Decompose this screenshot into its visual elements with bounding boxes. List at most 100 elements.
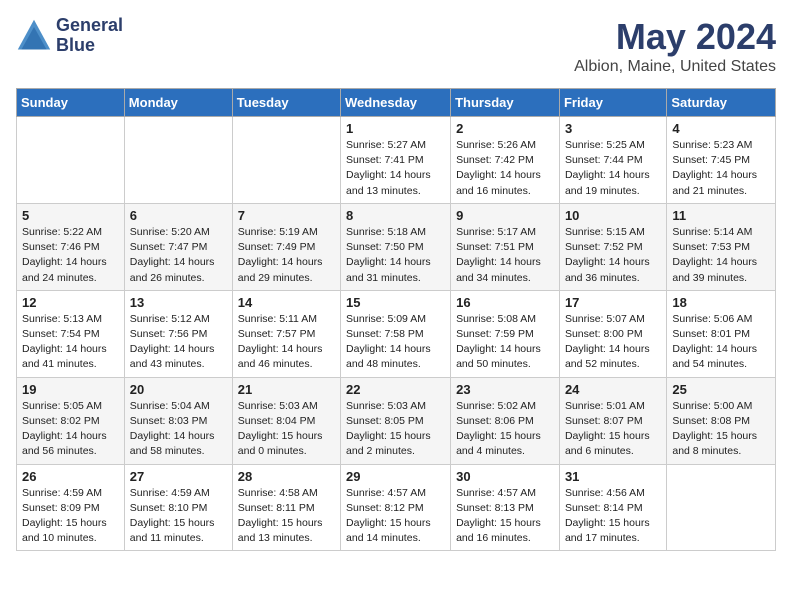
day-number: 14 xyxy=(238,295,335,310)
calendar-cell: 7 Sunrise: 5:19 AM Sunset: 7:49 PM Daylig… xyxy=(232,203,340,290)
day-number: 17 xyxy=(565,295,661,310)
calendar-cell: 15 Sunrise: 5:09 AM Sunset: 7:58 PM Dayli… xyxy=(341,290,451,377)
calendar-cell xyxy=(17,117,125,204)
day-number: 23 xyxy=(456,382,554,397)
day-info: Sunrise: 5:08 AM Sunset: 7:59 PM Dayligh… xyxy=(456,312,554,373)
day-number: 12 xyxy=(22,295,119,310)
day-number: 4 xyxy=(672,121,770,136)
calendar-week: 26 Sunrise: 4:59 AM Sunset: 8:09 PM Dayli… xyxy=(17,464,776,551)
day-info: Sunrise: 5:26 AM Sunset: 7:42 PM Dayligh… xyxy=(456,138,554,199)
day-info: Sunrise: 5:05 AM Sunset: 8:02 PM Dayligh… xyxy=(22,399,119,460)
logo-line2: Blue xyxy=(56,36,123,56)
calendar-table: SundayMondayTuesdayWednesdayThursdayFrid… xyxy=(16,88,776,551)
day-info: Sunrise: 5:13 AM Sunset: 7:54 PM Dayligh… xyxy=(22,312,119,373)
day-number: 3 xyxy=(565,121,661,136)
day-info: Sunrise: 4:56 AM Sunset: 8:14 PM Dayligh… xyxy=(565,486,661,547)
day-info: Sunrise: 5:17 AM Sunset: 7:51 PM Dayligh… xyxy=(456,225,554,286)
weekday-header: Monday xyxy=(124,89,232,117)
calendar-cell: 6 Sunrise: 5:20 AM Sunset: 7:47 PM Daylig… xyxy=(124,203,232,290)
day-info: Sunrise: 4:57 AM Sunset: 8:12 PM Dayligh… xyxy=(346,486,445,547)
logo: General Blue xyxy=(16,16,123,56)
page-header: General Blue May 2024 Albion, Maine, Uni… xyxy=(16,16,776,76)
day-info: Sunrise: 4:59 AM Sunset: 8:10 PM Dayligh… xyxy=(130,486,227,547)
day-number: 11 xyxy=(672,208,770,223)
day-number: 10 xyxy=(565,208,661,223)
subtitle: Albion, Maine, United States xyxy=(574,58,776,76)
title-block: May 2024 Albion, Maine, United States xyxy=(574,16,776,76)
day-number: 28 xyxy=(238,469,335,484)
day-info: Sunrise: 5:04 AM Sunset: 8:03 PM Dayligh… xyxy=(130,399,227,460)
calendar-week: 5 Sunrise: 5:22 AM Sunset: 7:46 PM Daylig… xyxy=(17,203,776,290)
logo-line1: General xyxy=(56,16,123,36)
day-info: Sunrise: 5:23 AM Sunset: 7:45 PM Dayligh… xyxy=(672,138,770,199)
weekday-header: Tuesday xyxy=(232,89,340,117)
day-number: 1 xyxy=(346,121,445,136)
day-info: Sunrise: 4:57 AM Sunset: 8:13 PM Dayligh… xyxy=(456,486,554,547)
day-info: Sunrise: 5:20 AM Sunset: 7:47 PM Dayligh… xyxy=(130,225,227,286)
calendar-cell: 11Sunrise: 5:14 AM Sunset: 7:53 PM Dayli… xyxy=(667,203,776,290)
calendar-cell: 2 Sunrise: 5:26 AM Sunset: 7:42 PM Daylig… xyxy=(451,117,560,204)
day-info: Sunrise: 5:22 AM Sunset: 7:46 PM Dayligh… xyxy=(22,225,119,286)
day-info: Sunrise: 5:18 AM Sunset: 7:50 PM Dayligh… xyxy=(346,225,445,286)
calendar-cell: 17Sunrise: 5:07 AM Sunset: 8:00 PM Dayli… xyxy=(559,290,666,377)
calendar-cell: 4 Sunrise: 5:23 AM Sunset: 7:45 PM Daylig… xyxy=(667,117,776,204)
main-title: May 2024 xyxy=(574,16,776,58)
day-number: 26 xyxy=(22,469,119,484)
calendar-cell xyxy=(667,464,776,551)
day-number: 5 xyxy=(22,208,119,223)
day-number: 21 xyxy=(238,382,335,397)
day-number: 2 xyxy=(456,121,554,136)
weekday-header: Saturday xyxy=(667,89,776,117)
day-number: 15 xyxy=(346,295,445,310)
day-number: 18 xyxy=(672,295,770,310)
day-number: 19 xyxy=(22,382,119,397)
calendar-cell: 21 Sunrise: 5:03 AM Sunset: 8:04 PM Dayli… xyxy=(232,377,340,464)
day-number: 8 xyxy=(346,208,445,223)
weekday-header: Sunday xyxy=(17,89,125,117)
day-info: Sunrise: 5:15 AM Sunset: 7:52 PM Dayligh… xyxy=(565,225,661,286)
day-info: Sunrise: 5:03 AM Sunset: 8:05 PM Dayligh… xyxy=(346,399,445,460)
day-info: Sunrise: 5:19 AM Sunset: 7:49 PM Dayligh… xyxy=(238,225,335,286)
day-number: 22 xyxy=(346,382,445,397)
calendar-cell: 3 Sunrise: 5:25 AM Sunset: 7:44 PM Daylig… xyxy=(559,117,666,204)
calendar-week: 19 Sunrise: 5:05 AM Sunset: 8:02 PM Dayli… xyxy=(17,377,776,464)
calendar-cell: 29 Sunrise: 4:57 AM Sunset: 8:12 PM Dayli… xyxy=(341,464,451,551)
calendar-cell: 22 Sunrise: 5:03 AM Sunset: 8:05 PM Dayli… xyxy=(341,377,451,464)
calendar-cell: 8 Sunrise: 5:18 AM Sunset: 7:50 PM Daylig… xyxy=(341,203,451,290)
calendar-cell: 1Sunrise: 5:27 AM Sunset: 7:41 PM Daylig… xyxy=(341,117,451,204)
day-info: Sunrise: 5:02 AM Sunset: 8:06 PM Dayligh… xyxy=(456,399,554,460)
day-info: Sunrise: 5:01 AM Sunset: 8:07 PM Dayligh… xyxy=(565,399,661,460)
day-number: 6 xyxy=(130,208,227,223)
calendar-cell: 19 Sunrise: 5:05 AM Sunset: 8:02 PM Dayli… xyxy=(17,377,125,464)
calendar-week: 12 Sunrise: 5:13 AM Sunset: 7:54 PM Dayli… xyxy=(17,290,776,377)
calendar-cell: 28 Sunrise: 4:58 AM Sunset: 8:11 PM Dayli… xyxy=(232,464,340,551)
calendar-cell: 23 Sunrise: 5:02 AM Sunset: 8:06 PM Dayli… xyxy=(451,377,560,464)
calendar-cell: 25Sunrise: 5:00 AM Sunset: 8:08 PM Dayli… xyxy=(667,377,776,464)
day-info: Sunrise: 5:00 AM Sunset: 8:08 PM Dayligh… xyxy=(672,399,770,460)
calendar-cell: 9 Sunrise: 5:17 AM Sunset: 7:51 PM Daylig… xyxy=(451,203,560,290)
day-number: 20 xyxy=(130,382,227,397)
day-info: Sunrise: 5:09 AM Sunset: 7:58 PM Dayligh… xyxy=(346,312,445,373)
calendar-cell: 24Sunrise: 5:01 AM Sunset: 8:07 PM Dayli… xyxy=(559,377,666,464)
calendar-cell: 30 Sunrise: 4:57 AM Sunset: 8:13 PM Dayli… xyxy=(451,464,560,551)
logo-text: General Blue xyxy=(56,16,123,56)
calendar-cell: 12 Sunrise: 5:13 AM Sunset: 7:54 PM Dayli… xyxy=(17,290,125,377)
day-number: 13 xyxy=(130,295,227,310)
day-info: Sunrise: 4:59 AM Sunset: 8:09 PM Dayligh… xyxy=(22,486,119,547)
day-number: 31 xyxy=(565,469,661,484)
calendar-cell: 27Sunrise: 4:59 AM Sunset: 8:10 PM Dayli… xyxy=(124,464,232,551)
day-info: Sunrise: 4:58 AM Sunset: 8:11 PM Dayligh… xyxy=(238,486,335,547)
day-info: Sunrise: 5:03 AM Sunset: 8:04 PM Dayligh… xyxy=(238,399,335,460)
calendar-cell: 13Sunrise: 5:12 AM Sunset: 7:56 PM Dayli… xyxy=(124,290,232,377)
weekday-header: Wednesday xyxy=(341,89,451,117)
day-number: 9 xyxy=(456,208,554,223)
day-info: Sunrise: 5:25 AM Sunset: 7:44 PM Dayligh… xyxy=(565,138,661,199)
calendar-cell: 31 Sunrise: 4:56 AM Sunset: 8:14 PM Dayli… xyxy=(559,464,666,551)
calendar-cell xyxy=(124,117,232,204)
day-number: 29 xyxy=(346,469,445,484)
day-number: 7 xyxy=(238,208,335,223)
day-number: 30 xyxy=(456,469,554,484)
logo-icon xyxy=(16,18,52,54)
calendar-cell: 26 Sunrise: 4:59 AM Sunset: 8:09 PM Dayli… xyxy=(17,464,125,551)
calendar-header: SundayMondayTuesdayWednesdayThursdayFrid… xyxy=(17,89,776,117)
